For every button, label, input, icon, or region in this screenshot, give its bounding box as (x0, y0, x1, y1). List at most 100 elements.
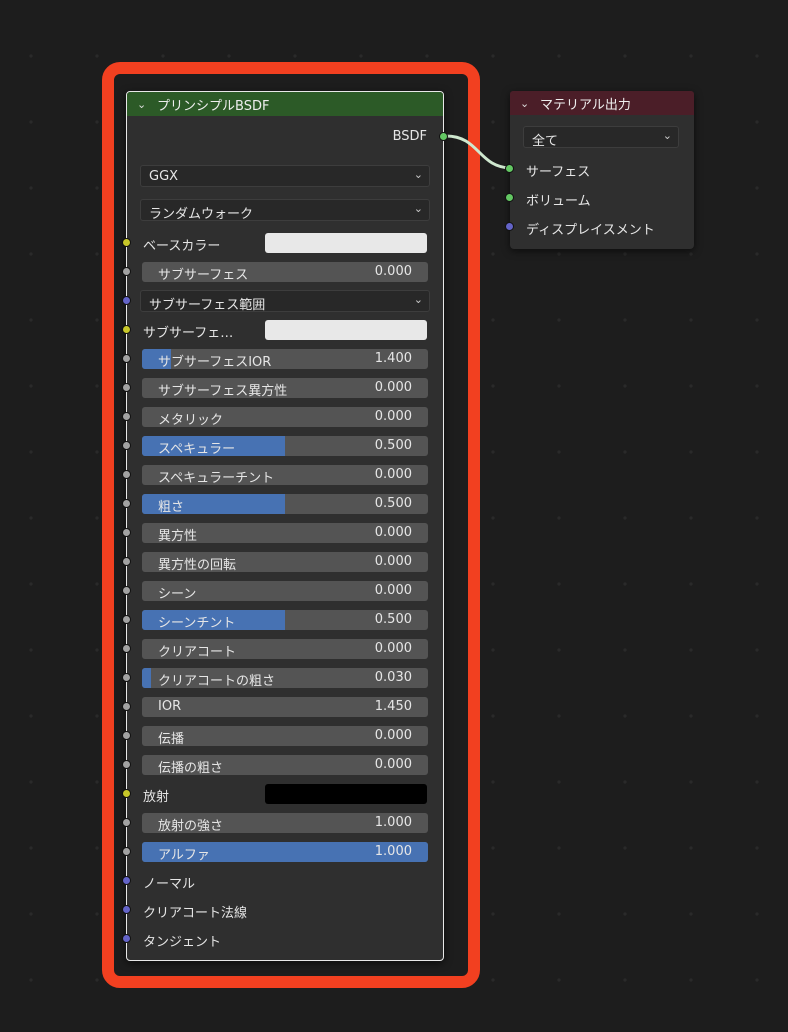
input-socket[interactable] (122, 702, 131, 711)
input-row: ベースカラー (122, 231, 443, 255)
slider-value: 0.000 (374, 409, 412, 424)
input-socket[interactable] (505, 222, 514, 231)
vector-input-label: タンジェント (143, 935, 222, 950)
chevron-down-icon[interactable]: ⌄ (520, 97, 532, 110)
input-row: IOR 1.450 (122, 695, 443, 719)
input-row: アルファ 1.000 (122, 840, 443, 864)
slider-label: サブサーフェスIOR (158, 355, 272, 369)
material-output-node[interactable]: ⌄ マテリアル出力 全て ⌄ サーフェス ボリューム ディスプレイスメント (505, 91, 694, 249)
chevron-down-icon: ⌄ (413, 202, 423, 215)
value-slider[interactable]: クリアコートの粗さ 0.030 (142, 668, 428, 688)
input-row: サブサーフェスIOR 1.400 (122, 347, 443, 371)
input-row: 伝播 0.000 (122, 724, 443, 748)
value-slider[interactable]: アルファ 1.000 (142, 842, 428, 862)
bsdf-output-socket[interactable] (439, 132, 448, 141)
input-row: ノーマル (122, 869, 443, 893)
value-slider[interactable]: サブサーフェス 0.000 (142, 262, 428, 282)
color-swatch[interactable] (265, 320, 427, 340)
slider-label: スペキュラーチント (158, 471, 275, 485)
value-slider[interactable]: 伝播の粗さ 0.000 (142, 755, 428, 775)
slider-value: 0.000 (374, 554, 412, 569)
input-socket[interactable] (122, 499, 131, 508)
input-socket[interactable] (122, 934, 131, 943)
color-swatch[interactable] (265, 784, 427, 804)
slider-label: IOR (158, 699, 182, 714)
input-row: スペキュラーチント 0.000 (122, 463, 443, 487)
input-socket[interactable] (505, 193, 514, 202)
distribution-dropdown[interactable]: GGX ⌄ (140, 165, 430, 187)
input-socket[interactable] (122, 383, 131, 392)
slider-label: 異方性 (158, 529, 198, 543)
color-input-label: ベースカラー (143, 239, 221, 254)
input-socket[interactable] (122, 470, 131, 479)
output-target-dropdown[interactable]: 全て ⌄ (523, 126, 679, 149)
value-slider[interactable]: 放射の強さ 1.000 (142, 813, 428, 833)
value-slider[interactable]: シーンチント 0.500 (142, 610, 428, 630)
subsurface-radius-dropdown[interactable]: サブサーフェス範囲 ⌄ (140, 290, 430, 313)
output-node-title: マテリアル出力 (540, 97, 631, 113)
input-socket[interactable] (122, 847, 131, 856)
slider-label: クリアコートの粗さ (158, 674, 276, 688)
slider-value: 0.000 (374, 264, 412, 279)
input-socket[interactable] (122, 876, 131, 885)
output-node-header[interactable]: ⌄ マテリアル出力 (510, 91, 694, 115)
slider-fill (142, 668, 151, 688)
slider-value: 0.000 (374, 525, 412, 540)
output-input-row: ディスプレイスメント (505, 215, 694, 239)
slider-value: 0.500 (374, 438, 412, 453)
input-row: サブサーフェス範囲 ⌄ (122, 289, 443, 313)
input-socket[interactable] (122, 905, 131, 914)
input-row: タンジェント (122, 927, 443, 951)
value-slider[interactable]: 伝播 0.000 (142, 726, 428, 746)
input-socket[interactable] (505, 164, 514, 173)
bsdf-node-header[interactable]: ⌄ プリンシプルBSDF (127, 92, 443, 116)
subsurface-method-dropdown[interactable]: ランダムウォーク ⌄ (140, 199, 430, 222)
output-input-row: サーフェス (505, 157, 694, 181)
value-slider[interactable]: メタリック 0.000 (142, 407, 428, 427)
input-row: サブサーフェス 0.000 (122, 260, 443, 284)
input-socket[interactable] (122, 789, 131, 798)
input-socket[interactable] (122, 818, 131, 827)
color-swatch[interactable] (265, 233, 427, 253)
value-slider[interactable]: サブサーフェス異方性 0.000 (142, 378, 428, 398)
input-socket[interactable] (122, 267, 131, 276)
value-slider[interactable]: サブサーフェスIOR 1.400 (142, 349, 428, 369)
input-socket[interactable] (122, 760, 131, 769)
chevron-down-icon: ⌄ (662, 129, 672, 142)
value-slider[interactable]: 異方性 0.000 (142, 523, 428, 543)
input-socket[interactable] (122, 412, 131, 421)
input-row: 放射の強さ 1.000 (122, 811, 443, 835)
input-socket[interactable] (122, 615, 131, 624)
input-row: 異方性の回転 0.000 (122, 550, 443, 574)
value-slider[interactable]: シーン 0.000 (142, 581, 428, 601)
input-socket[interactable] (122, 325, 131, 334)
value-slider[interactable]: 異方性の回転 0.000 (142, 552, 428, 572)
subsurface-method-value: ランダムウォーク (149, 207, 254, 222)
input-socket[interactable] (122, 528, 131, 537)
slider-label: 伝播の粗さ (158, 761, 224, 775)
principled-bsdf-node[interactable]: ⌄ プリンシプルBSDF BSDF GGX ⌄ ランダムウォーク ⌄ ベースカラ… (122, 91, 448, 961)
input-socket[interactable] (122, 731, 131, 740)
slider-label: シーン (158, 587, 197, 601)
value-slider[interactable]: 粗さ 0.500 (142, 494, 428, 514)
input-socket[interactable] (122, 673, 131, 682)
input-socket[interactable] (122, 586, 131, 595)
slider-label: メタリック (158, 413, 224, 427)
output-input-label: ディスプレイスメント (526, 223, 655, 238)
input-socket[interactable] (122, 296, 131, 305)
input-socket[interactable] (122, 354, 131, 363)
input-socket[interactable] (122, 557, 131, 566)
slider-label: クリアコート (158, 645, 237, 659)
input-socket[interactable] (122, 644, 131, 653)
output-target-value: 全て (532, 134, 559, 149)
input-socket[interactable] (122, 441, 131, 450)
input-socket[interactable] (122, 238, 131, 247)
chevron-down-icon: ⌄ (413, 168, 423, 181)
chevron-down-icon[interactable]: ⌄ (137, 98, 149, 111)
value-slider[interactable]: スペキュラー 0.500 (142, 436, 428, 456)
color-input-label: 放射 (143, 790, 170, 805)
input-row: クリアコートの粗さ 0.030 (122, 666, 443, 690)
value-slider[interactable]: IOR 1.450 (142, 697, 428, 717)
value-slider[interactable]: スペキュラーチント 0.000 (142, 465, 428, 485)
value-slider[interactable]: クリアコート 0.000 (142, 639, 428, 659)
